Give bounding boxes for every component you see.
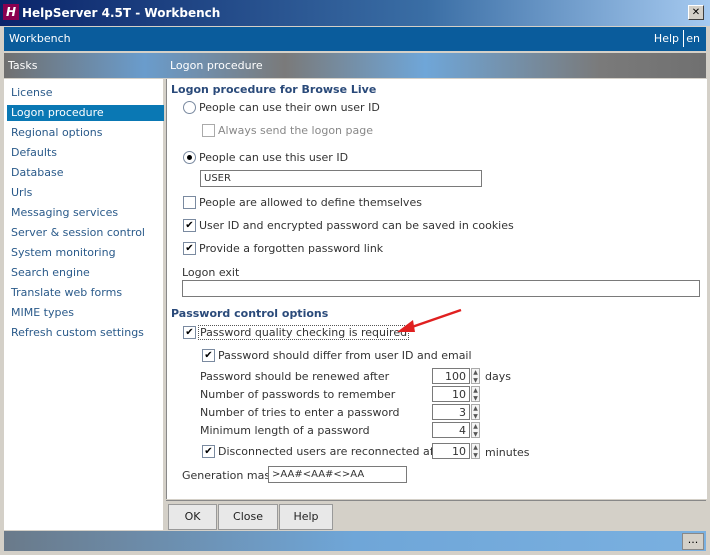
- help-link[interactable]: Help: [654, 32, 679, 45]
- title-bar: H HelpServer 4.5T - Workbench ✕: [0, 0, 710, 26]
- sidebar-item-license[interactable]: License: [7, 85, 164, 101]
- renew-label: Password should be renewed after: [200, 370, 390, 383]
- task-sidebar: License Logon procedure Regional options…: [4, 79, 164, 530]
- this-id-radio[interactable]: [183, 151, 196, 164]
- sidebar-item-urls[interactable]: Urls: [7, 185, 164, 201]
- mask-input[interactable]: >AA#<AA#<>AA: [268, 466, 407, 483]
- minlen-spinner[interactable]: ▲ ▼: [471, 422, 480, 438]
- logon-exit-input[interactable]: [182, 280, 700, 297]
- app-icon: H: [3, 4, 19, 20]
- renew-spinner[interactable]: ▲ ▼: [471, 368, 480, 384]
- sidebar-item-messaging-services[interactable]: Messaging services: [7, 205, 164, 221]
- button-bar: OK Close Help: [166, 500, 706, 531]
- minlen-input[interactable]: 4: [432, 422, 470, 438]
- reconnect-unit: minutes: [485, 446, 530, 459]
- language-link[interactable]: en: [686, 32, 700, 45]
- minlen-label: Minimum length of a password: [200, 424, 370, 437]
- this-id-label: People can use this user ID: [199, 151, 349, 164]
- help-button[interactable]: Help: [279, 504, 333, 530]
- remember-spinner[interactable]: ▲ ▼: [471, 386, 480, 402]
- more-button[interactable]: ...: [682, 533, 704, 550]
- tries-label: Number of tries to enter a password: [200, 406, 400, 419]
- sidebar-item-mime-types[interactable]: MIME types: [7, 305, 164, 321]
- remember-input[interactable]: 10: [432, 386, 470, 402]
- tasks-header: Tasks: [8, 59, 38, 72]
- top-bar: Workbench Help en: [4, 27, 706, 51]
- remember-label: Number of passwords to remember: [200, 388, 396, 401]
- reconnect-checkbox[interactable]: ✔: [202, 445, 215, 458]
- allowed-define-checkbox[interactable]: [183, 196, 196, 209]
- sidebar-item-refresh-custom-settings[interactable]: Refresh custom settings: [7, 325, 164, 341]
- section-title: Logon procedure: [170, 59, 263, 72]
- sidebar-item-regional-options[interactable]: Regional options: [7, 125, 164, 141]
- allowed-define-label: People are allowed to define themselves: [199, 196, 422, 209]
- sidebar-item-translate-web-forms[interactable]: Translate web forms: [7, 285, 164, 301]
- sidebar-item-defaults[interactable]: Defaults: [7, 145, 164, 161]
- sidebar-item-logon-procedure[interactable]: Logon procedure: [7, 105, 164, 121]
- differ-label: Password should differ from user ID and …: [218, 349, 472, 362]
- window-title: HelpServer 4.5T - Workbench: [22, 6, 221, 20]
- forgotten-link-label: Provide a forgotten password link: [199, 242, 384, 255]
- renew-input[interactable]: 100: [432, 368, 470, 384]
- mask-label: Generation mask: [182, 469, 277, 482]
- reconnect-spinner[interactable]: ▲ ▼: [471, 443, 480, 459]
- differ-checkbox[interactable]: ✔: [202, 349, 215, 362]
- tries-input[interactable]: 3: [432, 404, 470, 420]
- workbench-title: Workbench: [9, 32, 71, 45]
- user-id-input[interactable]: USER: [200, 170, 482, 187]
- close-window-button[interactable]: ✕: [688, 5, 704, 20]
- always-send-checkbox[interactable]: [202, 124, 215, 137]
- quality-checkbox[interactable]: ✔: [183, 326, 196, 339]
- close-button[interactable]: Close: [218, 504, 278, 530]
- section-header: Tasks Logon procedure: [4, 53, 706, 78]
- sidebar-item-database[interactable]: Database: [7, 165, 164, 181]
- own-id-label: People can use their own user ID: [199, 101, 380, 114]
- cookies-label: User ID and encrypted password can be sa…: [199, 219, 514, 232]
- quality-label: Password quality checking is required: [198, 325, 410, 340]
- tries-spinner[interactable]: ▲ ▼: [471, 404, 480, 420]
- logon-exit-label: Logon exit: [182, 266, 240, 279]
- logon-procedure-panel: Logon procedure for Browse Live People c…: [166, 79, 707, 499]
- ok-button[interactable]: OK: [168, 504, 217, 530]
- reconnect-label: Disconnected users are reconnected after: [218, 445, 450, 458]
- divider: [683, 30, 684, 47]
- forgotten-link-checkbox[interactable]: ✔: [183, 242, 196, 255]
- sidebar-item-system-monitoring[interactable]: System monitoring: [7, 245, 164, 261]
- status-bar: ...: [4, 531, 706, 551]
- sidebar-item-server-session-control[interactable]: Server & session control: [7, 225, 164, 241]
- own-id-radio[interactable]: [183, 101, 196, 114]
- renew-unit: days: [485, 370, 511, 383]
- red-arrow-annotation: [397, 308, 462, 332]
- password-heading: Password control options: [171, 307, 329, 320]
- sidebar-item-search-engine[interactable]: Search engine: [7, 265, 164, 281]
- logon-heading: Logon procedure for Browse Live: [171, 83, 377, 96]
- cookies-checkbox[interactable]: ✔: [183, 219, 196, 232]
- always-send-label: Always send the logon page: [218, 124, 373, 137]
- reconnect-input[interactable]: 10: [432, 443, 470, 459]
